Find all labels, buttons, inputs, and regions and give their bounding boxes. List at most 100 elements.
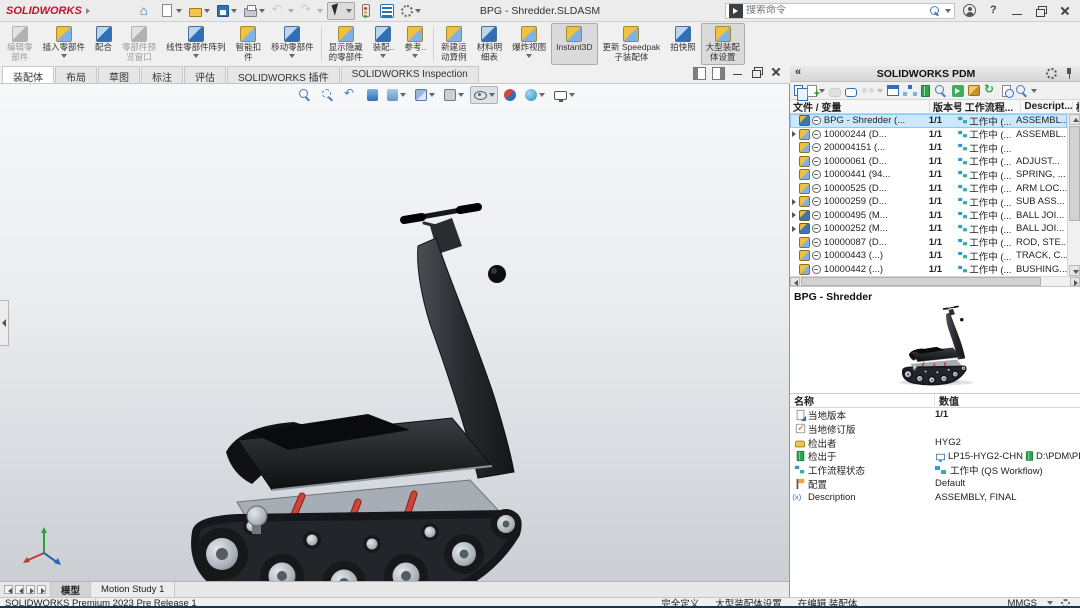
ribbon-button-材料明-细表[interactable]: 材料明 细表 bbox=[472, 23, 508, 65]
file-row[interactable]: 10000441 (94...1/1工作中 (...SPRING, ... bbox=[790, 168, 1067, 182]
dropdown-caret-icon[interactable] bbox=[380, 54, 386, 58]
check-out-button[interactable] bbox=[829, 85, 841, 97]
tab-草图[interactable]: 草图 bbox=[98, 66, 140, 83]
edit-appearance-button[interactable] bbox=[501, 87, 519, 103]
dropdown-caret-icon[interactable] bbox=[526, 54, 532, 58]
dropdown-caret-icon[interactable] bbox=[289, 54, 295, 58]
file-row[interactable]: BPG - Shredder (...1/1工作中 (...ASSEMBL...… bbox=[790, 114, 1067, 128]
ribbon-button-更新-Speedpak-子装配体[interactable]: 更新 Speedpak 子装配体 bbox=[598, 23, 666, 65]
file-row[interactable]: 10000495 (M...1/1工作中 (...BALL JOI... bbox=[790, 209, 1067, 223]
close-icon[interactable] bbox=[769, 65, 782, 78]
copy-file-button[interactable] bbox=[794, 85, 803, 96]
pane-pin-icon[interactable] bbox=[1062, 67, 1076, 81]
ribbon-button-编辑零-部件[interactable]: 编辑零 部件 bbox=[2, 23, 38, 65]
dropdown-caret-icon[interactable] bbox=[61, 54, 67, 58]
model-3d-view[interactable] bbox=[0, 84, 790, 581]
annotation-view-button[interactable] bbox=[384, 87, 409, 103]
dropdown-caret-icon[interactable] bbox=[877, 89, 883, 93]
help-icon[interactable] bbox=[986, 4, 1000, 18]
next-tab-button[interactable] bbox=[26, 585, 35, 594]
minimize-icon[interactable] bbox=[731, 65, 744, 78]
zoom-fit-button[interactable] bbox=[295, 86, 315, 104]
scroll-left-icon[interactable] bbox=[790, 277, 800, 286]
dropdown-caret-icon[interactable] bbox=[346, 9, 352, 13]
dropdown-caret-icon[interactable] bbox=[317, 9, 323, 13]
undo-button[interactable] bbox=[269, 2, 297, 20]
tab-布局[interactable]: 布局 bbox=[55, 66, 97, 83]
file-row[interactable]: 10000252 (M...1/1工作中 (...BALL JOI... bbox=[790, 222, 1067, 236]
expand-arrow-icon[interactable] bbox=[790, 199, 799, 205]
ribbon-button-Instant3D[interactable]: Instant3D bbox=[551, 23, 597, 65]
hide-show-items-button[interactable] bbox=[470, 86, 498, 104]
command-search[interactable] bbox=[725, 3, 955, 19]
first-tab-button[interactable] bbox=[4, 585, 13, 594]
column-checked-out[interactable]: 检出 bbox=[1073, 99, 1080, 114]
previous-tab-button[interactable] bbox=[15, 585, 24, 594]
last-tab-button[interactable] bbox=[37, 585, 46, 594]
state-transition-button[interactable] bbox=[861, 84, 883, 98]
dropdown-caret-icon[interactable] bbox=[539, 93, 545, 97]
file-row[interactable]: 10000443 (...)1/1工作中 (...TRACK, C... bbox=[790, 249, 1067, 263]
dropdown-caret-icon[interactable] bbox=[193, 54, 199, 58]
dropdown-caret-icon[interactable] bbox=[400, 93, 406, 97]
preview-button[interactable] bbox=[934, 84, 948, 98]
dropdown-caret-icon[interactable] bbox=[259, 9, 265, 13]
ribbon-button-参考..[interactable]: 参考.. bbox=[399, 23, 431, 65]
history-button[interactable] bbox=[1002, 85, 1011, 97]
tab-装配体[interactable]: 装配体 bbox=[2, 66, 54, 83]
ribbon-button-大型装配-体设置[interactable]: 大型装配 体设置 bbox=[701, 23, 745, 65]
scroll-down-icon[interactable] bbox=[1069, 265, 1080, 276]
task-pane-button[interactable] bbox=[377, 2, 397, 20]
scroll-right-icon[interactable] bbox=[1070, 277, 1080, 286]
search-input[interactable] bbox=[746, 5, 929, 16]
file-row[interactable]: 10000259 (D...1/1工作中 (...SUB ASS... bbox=[790, 195, 1067, 209]
dock-right-icon[interactable] bbox=[712, 67, 725, 80]
ribbon-button-配合[interactable]: 配合 bbox=[90, 23, 117, 65]
column-workflow[interactable]: 工作流程... bbox=[962, 99, 1022, 114]
horizontal-scrollbar[interactable] bbox=[790, 276, 1080, 286]
ribbon-button-新建运-动算例[interactable]: 新建运 动算例 bbox=[436, 23, 472, 65]
dropdown-caret-icon[interactable] bbox=[204, 9, 210, 13]
dropdown-caret-icon[interactable] bbox=[231, 9, 237, 13]
dock-left-icon[interactable] bbox=[693, 67, 706, 80]
print-button[interactable] bbox=[241, 3, 268, 19]
collapse-pane-icon[interactable] bbox=[794, 67, 806, 81]
tab-SOLIDWORKS Inspection[interactable]: SOLIDWORKS Inspection bbox=[341, 66, 479, 83]
options-button[interactable] bbox=[398, 3, 424, 19]
file-row[interactable]: 10000525 (D...1/1工作中 (...ARM LOC... bbox=[790, 182, 1067, 196]
dropdown-caret-icon[interactable] bbox=[458, 93, 464, 97]
restore-icon[interactable] bbox=[750, 65, 763, 78]
close-icon[interactable] bbox=[1058, 4, 1072, 18]
expand-arrow-icon[interactable] bbox=[790, 131, 799, 137]
tab-model[interactable]: 模型 bbox=[51, 582, 91, 597]
pane-settings-icon[interactable] bbox=[1046, 68, 1057, 79]
select-arrow-button[interactable] bbox=[327, 2, 355, 20]
file-row[interactable]: 200004151 (...1/1工作中 (... bbox=[790, 141, 1067, 155]
hscrollbar-thumb[interactable] bbox=[801, 277, 1041, 286]
previous-view-button[interactable] bbox=[341, 86, 361, 104]
rebuild-button[interactable] bbox=[356, 2, 376, 19]
tab-motion-study[interactable]: Motion Study 1 bbox=[91, 582, 175, 597]
ribbon-button-移动零部件[interactable]: 移动零部件 bbox=[266, 23, 319, 65]
search-icon[interactable] bbox=[929, 5, 941, 17]
section-view-button[interactable] bbox=[364, 87, 381, 103]
ribbon-button-装配..[interactable]: 装配.. bbox=[368, 23, 400, 65]
scroll-up-icon[interactable] bbox=[1069, 114, 1080, 125]
dropdown-caret-icon[interactable] bbox=[429, 93, 435, 97]
column-description[interactable]: Descript... bbox=[1021, 101, 1073, 112]
check-in-button[interactable] bbox=[845, 85, 857, 97]
file-row[interactable]: 10000244 (D...1/1工作中 (...ASSEMBL... bbox=[790, 128, 1067, 142]
apply-scene-button[interactable] bbox=[522, 87, 548, 103]
expand-arrow-icon[interactable] bbox=[790, 226, 799, 232]
scrollbar-thumb[interactable] bbox=[1069, 126, 1080, 221]
update-ref-button[interactable] bbox=[952, 85, 964, 97]
zoom-area-button[interactable] bbox=[318, 86, 338, 104]
dropdown-caret-icon[interactable] bbox=[176, 9, 182, 13]
column-version[interactable]: 版本号 bbox=[930, 99, 962, 114]
dropdown-caret-icon[interactable] bbox=[569, 93, 575, 97]
open-button[interactable] bbox=[186, 2, 213, 19]
package-button[interactable] bbox=[968, 85, 980, 96]
refresh-button[interactable] bbox=[984, 84, 998, 98]
file-row[interactable]: 10000442 (...)1/1工作中 (...BUSHING... bbox=[790, 263, 1067, 277]
details-view-button[interactable] bbox=[887, 85, 899, 96]
